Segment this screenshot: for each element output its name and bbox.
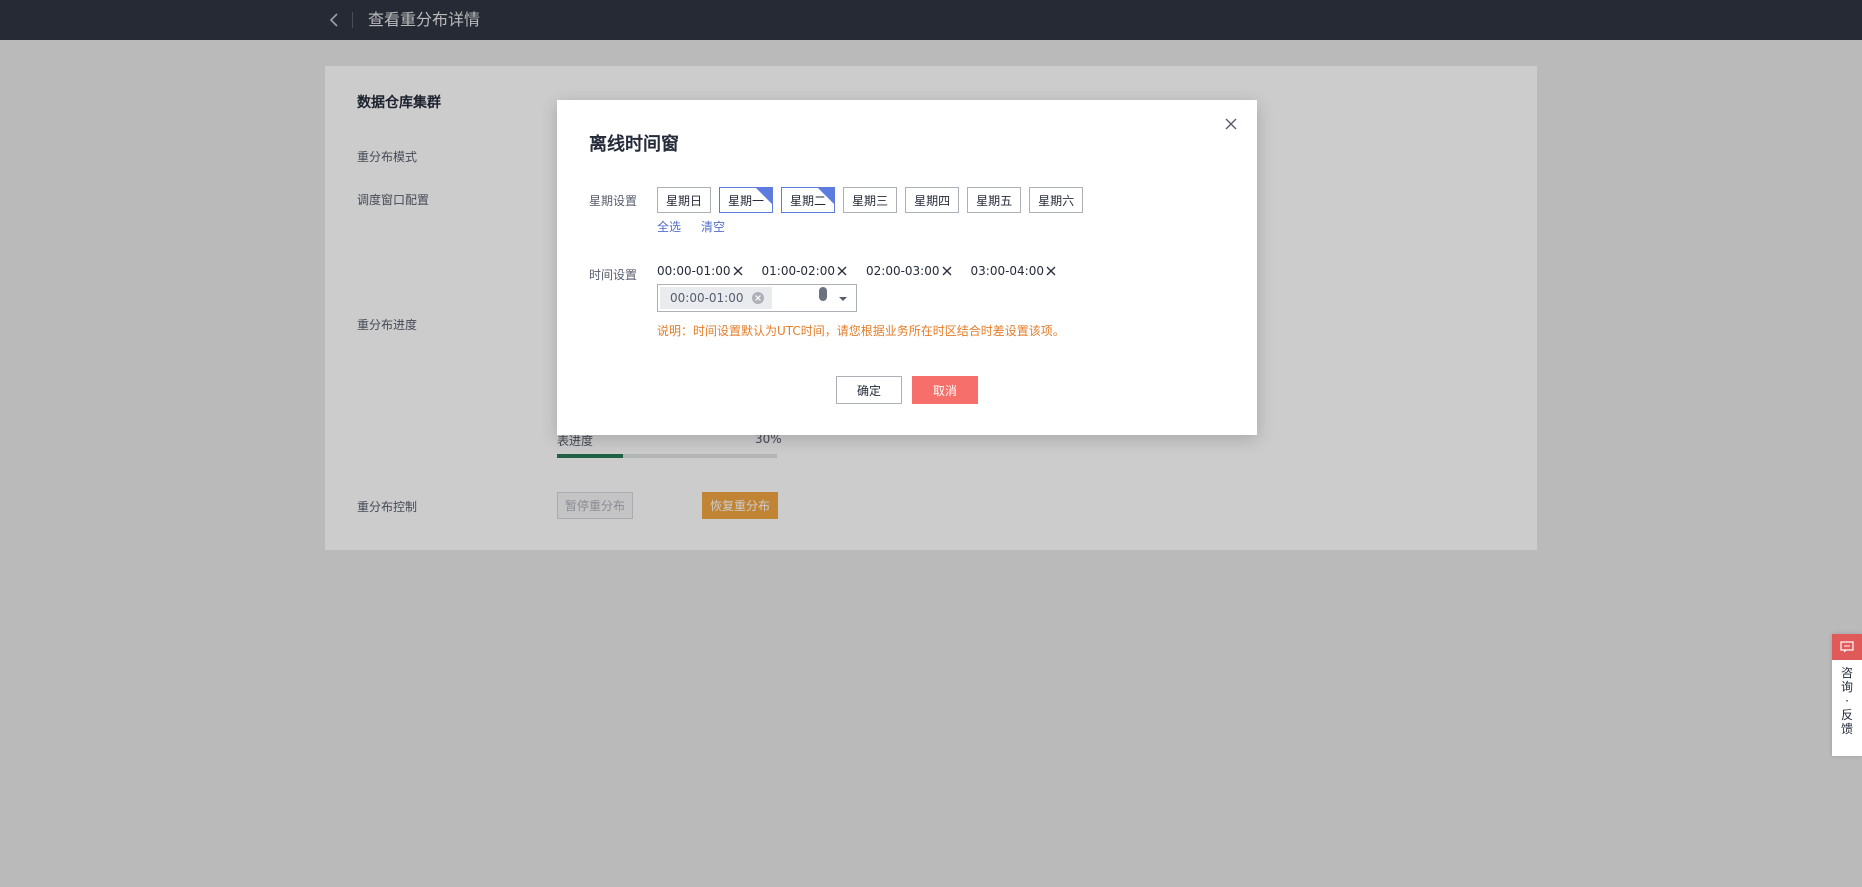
confirm-button[interactable]: 确定 [836,376,902,404]
utc-note: 说明：时间设置默认为UTC时间，请您根据业务所在时区结合时差设置该项。 [657,324,1065,338]
remove-tag-icon[interactable] [1045,265,1057,277]
time-setting-label: 时间设置 [589,268,638,282]
close-icon [1225,118,1237,130]
time-tag-label: 02:00-03:00 [866,264,940,278]
week-setting-label: 星期设置 [589,194,638,208]
selected-time-tags: 00:00-01:00 01:00-02:00 02:00-03:00 03:0… [657,264,1057,278]
scrollbar-thumb[interactable] [819,287,827,301]
time-multiselect[interactable]: 00:00-01:00 [657,284,857,312]
offline-time-window-dialog: 离线时间窗 星期设置 星期日 星期一 星期二 星期三 星期四 星期五 星期六 全… [557,100,1257,435]
weekday-thursday[interactable]: 星期四 [905,187,960,213]
weekday-tuesday[interactable]: 星期二 [781,187,836,213]
week-actions: 全选 清空 [657,218,725,235]
remove-tag-icon[interactable] [941,265,953,277]
remove-tag-icon[interactable] [836,265,848,277]
dialog-title: 离线时间窗 [589,134,679,155]
time-tag-label: 01:00-02:00 [761,264,836,278]
consult-feedback-text: 咨询·反馈 [1841,666,1854,736]
weekday-monday[interactable]: 星期一 [719,187,774,213]
chip-clear-icon[interactable] [752,292,764,304]
time-tag: 01:00-02:00 [762,264,849,278]
weekday-sunday[interactable]: 星期日 [657,187,712,213]
select-chip-label: 00:00-01:00 [670,291,744,305]
chat-icon [1832,634,1862,660]
time-tag-label: 03:00-04:00 [970,264,1045,278]
time-tag: 02:00-03:00 [866,264,953,278]
close-button[interactable] [1223,116,1239,132]
clear-link[interactable]: 清空 [701,218,725,235]
chevron-down-icon[interactable] [838,295,848,303]
remove-tag-icon[interactable] [732,265,744,277]
weekday-saturday[interactable]: 星期六 [1029,187,1084,213]
select-chip: 00:00-01:00 [660,287,772,309]
weekday-friday[interactable]: 星期五 [967,187,1022,213]
select-all-link[interactable]: 全选 [657,218,681,235]
time-tag: 00:00-01:00 [657,264,744,278]
weekday-wednesday[interactable]: 星期三 [843,187,898,213]
consult-feedback-widget[interactable]: 咨询·反馈 [1832,634,1862,756]
cancel-button[interactable]: 取消 [912,376,978,404]
time-tag-label: 00:00-01:00 [657,264,731,278]
weekday-selector: 星期日 星期一 星期二 星期三 星期四 星期五 星期六 [657,187,1084,213]
time-tag: 03:00-04:00 [971,264,1058,278]
